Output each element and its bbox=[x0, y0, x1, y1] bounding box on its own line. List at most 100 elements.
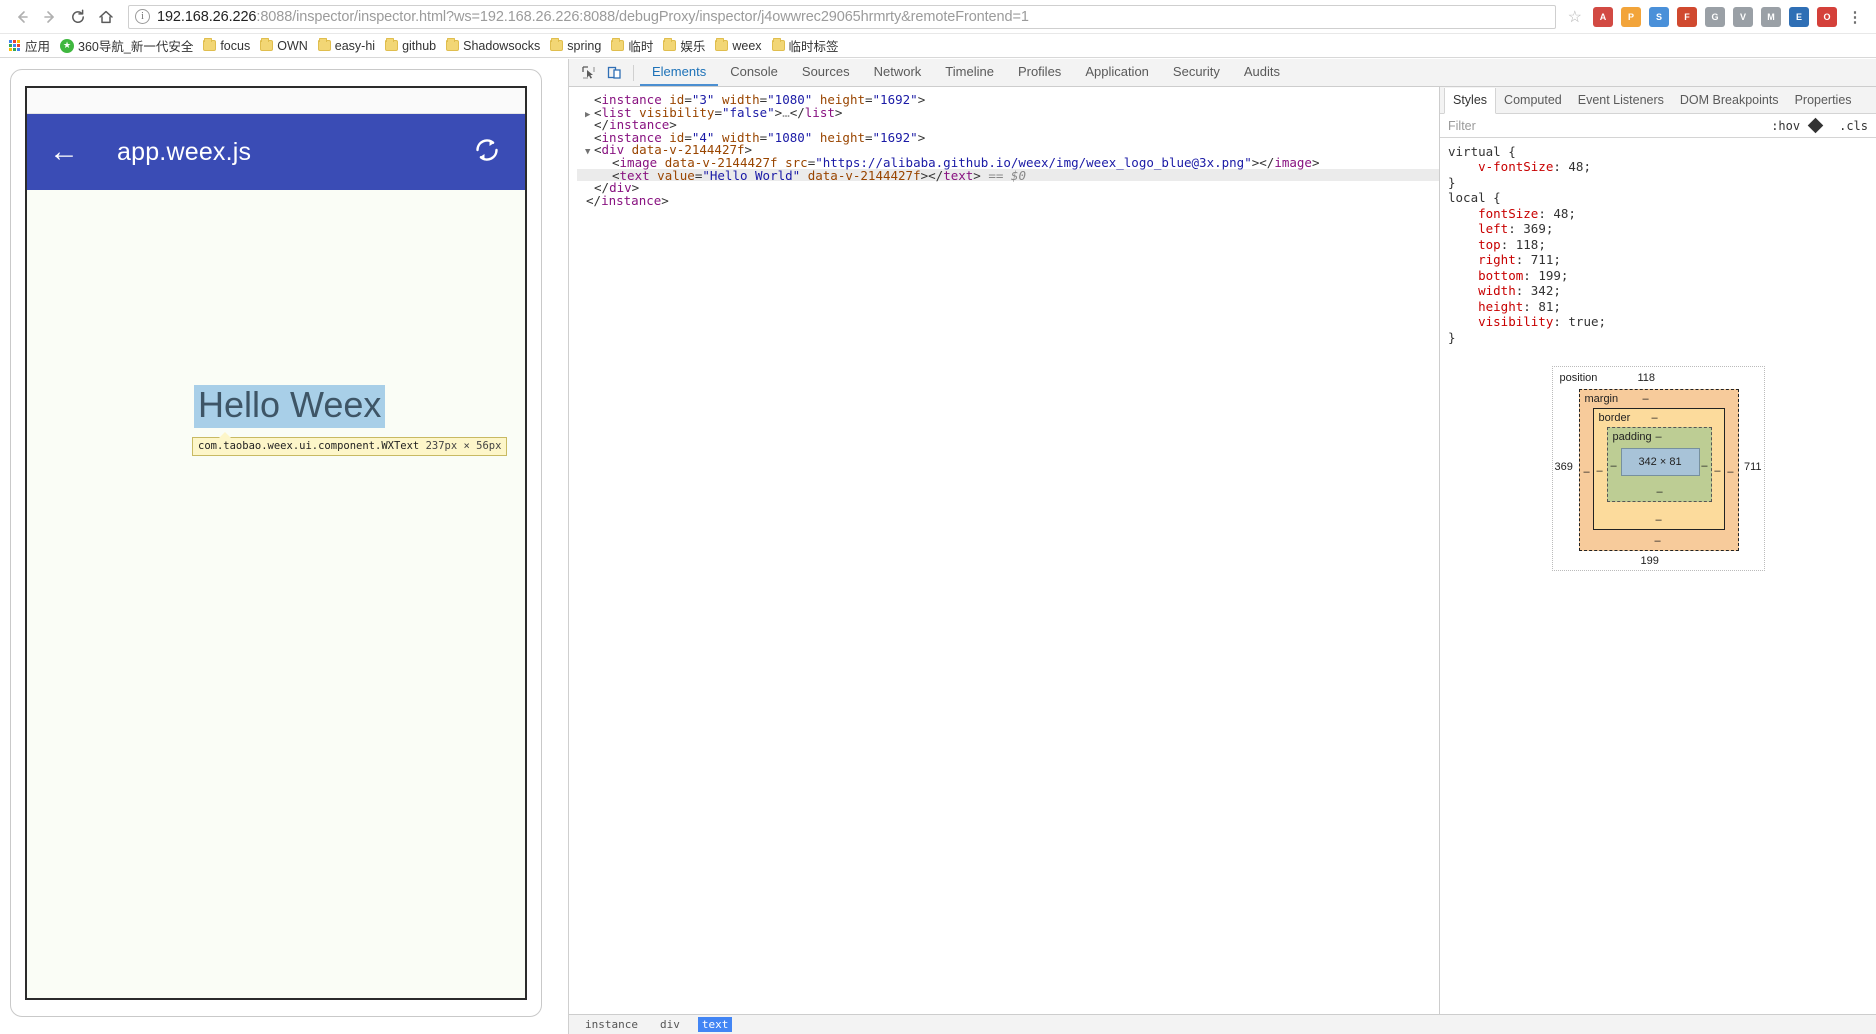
arrow-left-icon[interactable]: ← bbox=[49, 137, 79, 167]
box-border-left[interactable]: ‒ bbox=[1597, 465, 1603, 477]
breadcrumb-instance[interactable]: instance bbox=[581, 1017, 642, 1032]
back-icon[interactable] bbox=[8, 3, 36, 31]
hov-toggle[interactable]: :hov bbox=[1771, 119, 1800, 133]
styles-tab-properties[interactable]: Properties bbox=[1787, 87, 1860, 113]
css-declaration[interactable]: top: 118; bbox=[1440, 237, 1876, 253]
device-toolbar-icon[interactable] bbox=[601, 61, 627, 85]
box-model[interactable]: position 118 369 711 199 margin ‒ ‒ ‒ ‒ bbox=[1551, 365, 1765, 571]
star-icon[interactable]: ☆ bbox=[1562, 7, 1588, 27]
bookmark-focus[interactable]: focus bbox=[200, 38, 257, 54]
css-property[interactable]: top bbox=[1448, 237, 1501, 252]
extension-icon-6[interactable]: V bbox=[1733, 6, 1753, 27]
info-icon[interactable]: i bbox=[135, 9, 150, 24]
css-declaration[interactable]: right: 711; bbox=[1440, 253, 1876, 269]
tab-sources[interactable]: Sources bbox=[790, 59, 862, 86]
box-border-right[interactable]: ‒ bbox=[1714, 465, 1720, 477]
breadcrumb-text[interactable]: text bbox=[697, 1017, 733, 1032]
tab-profiles[interactable]: Profiles bbox=[1006, 59, 1073, 86]
box-margin[interactable]: margin ‒ ‒ ‒ ‒ border ‒ ‒ ‒ ‒ padding ‒ … bbox=[1578, 388, 1739, 551]
dom-tree-line[interactable]: <text value="Hello World" data-v-2144427… bbox=[577, 168, 1439, 181]
tab-audits[interactable]: Audits bbox=[1232, 59, 1292, 86]
home-icon[interactable] bbox=[92, 3, 120, 31]
css-property[interactable]: visibility bbox=[1448, 314, 1553, 329]
extension-icon-8[interactable]: E bbox=[1789, 6, 1809, 27]
css-value[interactable]: : 48; bbox=[1538, 206, 1576, 221]
css-declaration[interactable]: left: 369; bbox=[1440, 222, 1876, 238]
box-border[interactable]: border ‒ ‒ ‒ ‒ padding ‒ ‒ ‒ ‒ 342 × 81 bbox=[1592, 407, 1725, 530]
bookmark-weex[interactable]: weex bbox=[712, 38, 768, 54]
box-margin-top[interactable]: ‒ bbox=[1643, 393, 1649, 405]
extension-icon-5[interactable]: G bbox=[1705, 6, 1725, 27]
box-padding-left[interactable]: ‒ bbox=[1611, 460, 1617, 472]
bookmark-temp[interactable]: 临时 bbox=[608, 35, 660, 56]
css-property[interactable]: fontSize bbox=[1448, 206, 1538, 221]
extension-icon-3[interactable]: S bbox=[1649, 6, 1669, 27]
css-value[interactable]: : true; bbox=[1553, 314, 1606, 329]
styles-tab-styles[interactable]: Styles bbox=[1444, 87, 1497, 114]
tab-elements[interactable]: Elements bbox=[640, 59, 719, 86]
box-content[interactable]: 342 × 81 bbox=[1620, 447, 1700, 476]
css-value[interactable]: : 711; bbox=[1516, 252, 1561, 267]
css-declaration[interactable]: height: 81; bbox=[1440, 299, 1876, 315]
box-position-left[interactable]: 369 bbox=[1555, 461, 1573, 473]
css-declaration[interactable]: v-fontSize: 48; bbox=[1440, 160, 1876, 176]
styles-tab-dom-breakpoints[interactable]: DOM Breakpoints bbox=[1672, 87, 1787, 113]
tab-security[interactable]: Security bbox=[1161, 59, 1232, 86]
css-value[interactable]: : 369; bbox=[1508, 221, 1553, 236]
tab-console[interactable]: Console bbox=[718, 59, 790, 86]
bookmark-easy-hi[interactable]: easy-hi bbox=[315, 38, 382, 54]
bookmark-temp-tags[interactable]: 临时标签 bbox=[769, 35, 846, 56]
chevron-down-icon[interactable]: ▼ bbox=[585, 146, 594, 159]
breadcrumb-div[interactable]: div bbox=[656, 1017, 684, 1032]
dom-tree-line[interactable]: ▶ <list visibility="false">…</list> bbox=[577, 106, 1439, 120]
box-padding-right[interactable]: ‒ bbox=[1701, 460, 1707, 472]
css-property[interactable]: left bbox=[1448, 221, 1508, 236]
box-padding-top[interactable]: ‒ bbox=[1656, 431, 1662, 443]
new-style-rule-icon[interactable] bbox=[1807, 117, 1824, 134]
box-border-bottom[interactable]: ‒ bbox=[1656, 514, 1662, 526]
styles-tab-event-listeners[interactable]: Event Listeners bbox=[1570, 87, 1672, 113]
tab-timeline[interactable]: Timeline bbox=[933, 59, 1006, 86]
bookmark-spring[interactable]: spring bbox=[547, 38, 608, 54]
inspect-cursor-icon[interactable] bbox=[575, 61, 601, 85]
box-margin-left[interactable]: ‒ bbox=[1584, 466, 1590, 478]
css-value[interactable]: : 342; bbox=[1516, 283, 1561, 298]
cls-toggle[interactable]: .cls bbox=[1839, 119, 1868, 133]
address-bar[interactable]: i 192.168.26.226:8088/inspector/inspecto… bbox=[128, 4, 1556, 29]
bookmark-360nav[interactable]: ★ 360导航_新一代安全 bbox=[57, 35, 200, 56]
css-selector[interactable]: virtual { bbox=[1440, 144, 1876, 160]
box-padding-bottom[interactable]: ‒ bbox=[1657, 486, 1663, 498]
css-selector[interactable]: local { bbox=[1440, 191, 1876, 207]
css-property[interactable]: width bbox=[1448, 283, 1516, 298]
css-declaration[interactable]: fontSize: 48; bbox=[1440, 206, 1876, 222]
hello-weex-text[interactable]: Hello Weex bbox=[194, 385, 386, 428]
box-border-top[interactable]: ‒ bbox=[1652, 412, 1658, 424]
css-declaration[interactable]: width: 342; bbox=[1440, 284, 1876, 300]
menu-icon[interactable]: ⋮ bbox=[1845, 7, 1865, 27]
bookmark-github[interactable]: github bbox=[382, 38, 443, 54]
tab-application[interactable]: Application bbox=[1073, 59, 1161, 86]
css-rules[interactable]: virtual { v-fontSize: 48;} local { fontSi… bbox=[1440, 138, 1876, 350]
css-property[interactable]: bottom bbox=[1448, 268, 1523, 283]
dom-tree[interactable]: <instance id="3" width="1080" height="16… bbox=[569, 87, 1439, 1034]
box-margin-bottom[interactable]: ‒ bbox=[1655, 535, 1661, 547]
forward-icon[interactable] bbox=[36, 3, 64, 31]
css-value[interactable]: : 81; bbox=[1523, 299, 1561, 314]
extension-icon-2[interactable]: P bbox=[1621, 6, 1641, 27]
tab-network[interactable]: Network bbox=[862, 59, 934, 86]
css-property[interactable]: v-fontSize bbox=[1448, 159, 1553, 174]
filter-input[interactable]: Filter bbox=[1448, 119, 1476, 133]
dom-tree-line[interactable]: </instance> bbox=[577, 194, 1439, 207]
refresh-icon[interactable] bbox=[471, 134, 503, 171]
box-position-top[interactable]: 118 bbox=[1638, 372, 1656, 384]
styles-tab-computed[interactable]: Computed bbox=[1496, 87, 1570, 113]
bookmark-own[interactable]: OWN bbox=[257, 38, 315, 54]
css-value[interactable]: : 118; bbox=[1501, 237, 1546, 252]
box-padding[interactable]: padding ‒ ‒ ‒ ‒ 342 × 81 bbox=[1606, 426, 1712, 502]
css-value[interactable]: : 48; bbox=[1553, 159, 1591, 174]
css-property[interactable]: right bbox=[1448, 252, 1516, 267]
dom-tree-line[interactable]: </div> bbox=[577, 181, 1439, 194]
css-property[interactable]: height bbox=[1448, 299, 1523, 314]
box-margin-right[interactable]: ‒ bbox=[1727, 466, 1733, 478]
extension-icon-7[interactable]: M bbox=[1761, 6, 1781, 27]
